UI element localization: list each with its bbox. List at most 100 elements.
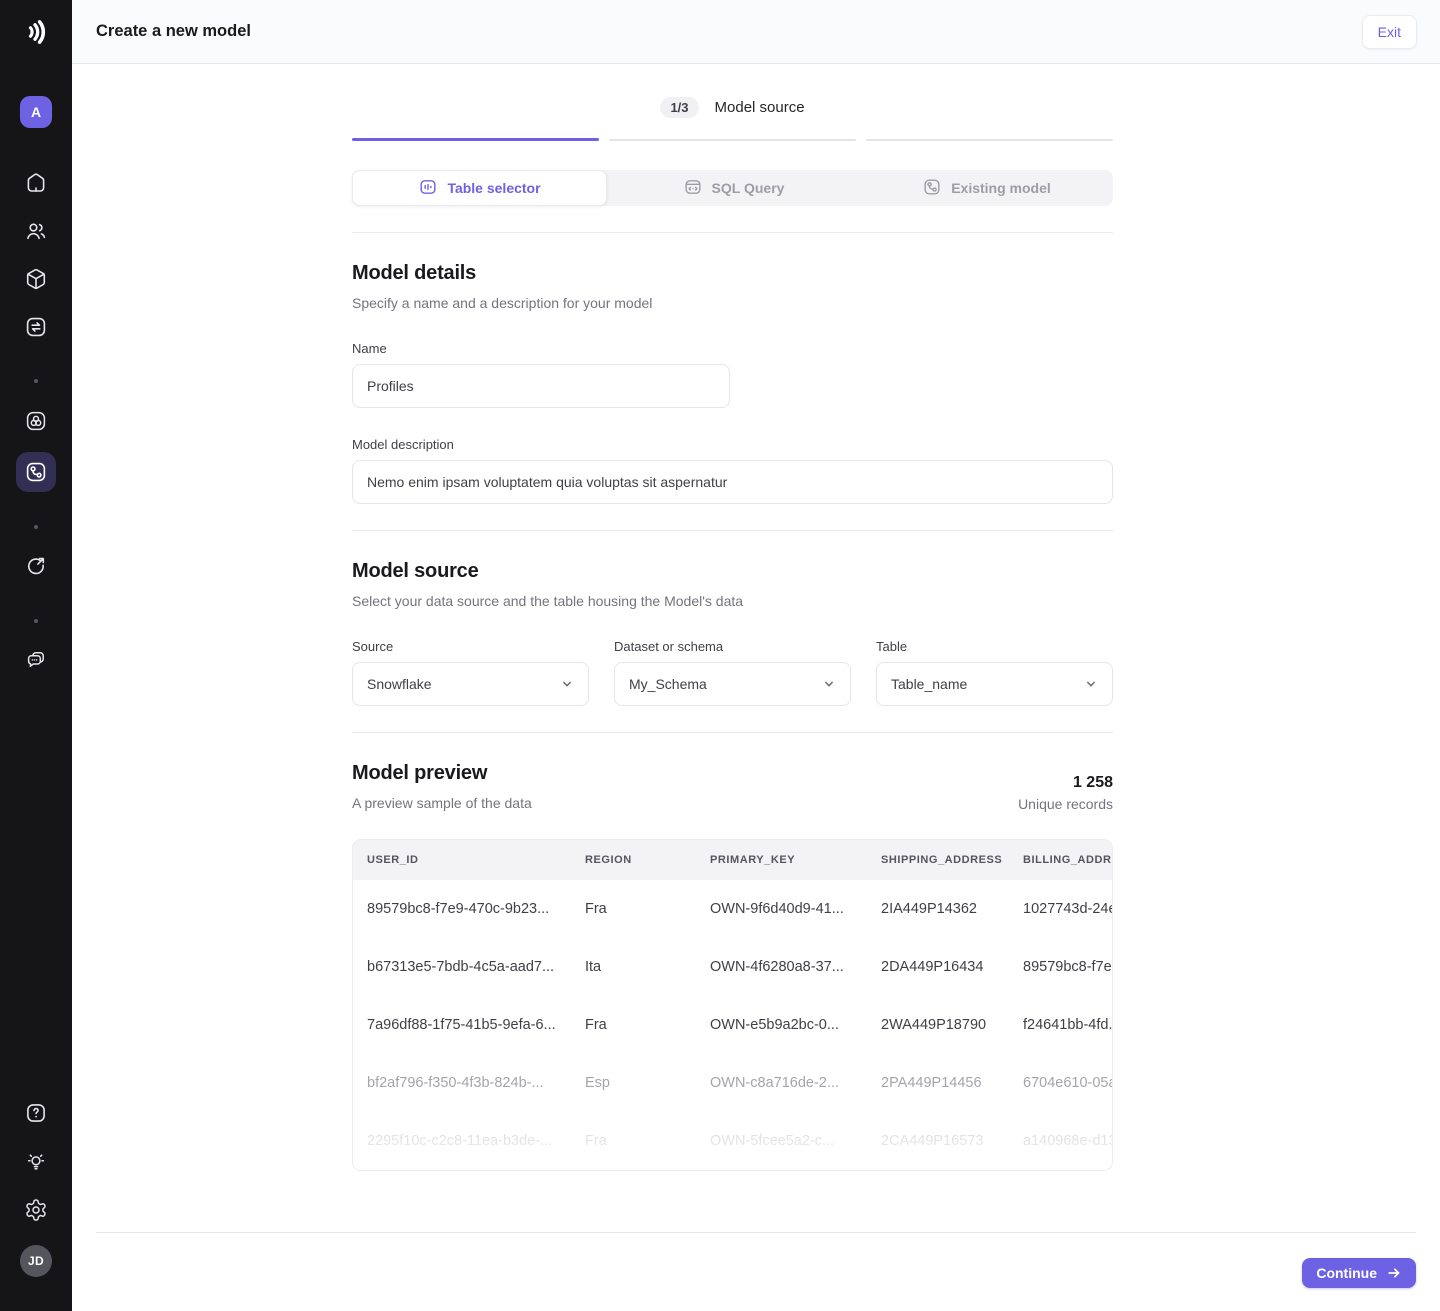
table-selector-icon [418,177,438,200]
progress-bar [352,138,1113,141]
table-cell: Ita [585,959,602,975]
top-header: Create a new model Exit [72,0,1440,64]
table-cell: OWN-5fcee5a2-c... [710,1133,835,1149]
existing-model-icon [922,177,942,200]
source-field: Source Snowflake [352,638,589,706]
help-icon [24,1101,48,1125]
users-icon [24,219,48,243]
table-cell: 2295f10c-c2c8-11ea-b3de-... [367,1133,553,1149]
records-count: 1 258 [1072,774,1113,791]
stepper: 1/3 Model source [352,64,1113,119]
main-panel: Create a new model Exit 1/3 Model source [72,0,1440,1311]
schema-label: Dataset or schema [614,639,724,654]
sidebar-item-whats-new[interactable] [23,1149,49,1175]
sidebar: A JD [0,0,72,1311]
sidebar-item-packages[interactable] [23,266,49,292]
table-row: bf2af796-f350-4f3b-824b-... Esp OWN-c8a716… [353,1054,1112,1112]
home-icon [24,171,48,195]
table-cell: 89579bc8-f7e9... [1023,959,1112,975]
source-selects-row: Source Snowflake Dataset or schema My_Sc… [352,638,1113,706]
chevron-down-icon [821,676,837,692]
table-cell: 2CA449P16573 [881,1133,984,1149]
table-cell: 1027743d-24e... [1023,901,1112,917]
table-row: 7a96df88-1f75-41b5-9efa-6... Fra OWN-e5b9a… [353,996,1112,1054]
column-header: BILLING_ADDRESS [1023,854,1112,866]
sidebar-item-help[interactable] [23,1100,49,1126]
preview-table-head-row: USER_ID REGION PRIMARY_KEY SHIPPING_ADDRESS… [353,840,1112,880]
sidebar-item-users[interactable] [23,218,49,244]
table-cell: OWN-4f6280a8-37... [710,959,844,975]
table-row: 2295f10c-c2c8-11ea-b3de-... Fra OWN-5fcee5… [353,1112,1112,1170]
chat-bubbles-icon [24,648,48,672]
sync-arrows-icon [24,315,48,339]
sidebar-item-models[interactable] [16,452,56,492]
preview-table: USER_ID REGION PRIMARY_KEY SHIPPING_ADDRESS… [352,839,1113,1171]
source-label: Source [352,639,394,654]
progress-segment-1 [352,138,599,141]
app-logo-icon[interactable] [14,10,58,54]
continue-button[interactable]: Continue [1302,1258,1416,1288]
table-cell: OWN-e5b9a2bc-0... [710,1017,839,1033]
description-label: Model description [352,437,454,452]
workspace-avatar[interactable]: A [20,96,52,128]
schema-field: Dataset or schema My_Schema [614,638,851,706]
sidebar-item-audiences[interactable] [23,408,49,434]
table-cell: Fra [585,1017,607,1033]
description-input[interactable] [352,460,1113,504]
step-counter-badge: 1/3 [660,96,699,118]
sidebar-separator-dot [34,379,38,383]
package-icon [24,267,48,291]
schema-select[interactable]: My_Schema [614,662,851,706]
table-cell: bf2af796-f350-4f3b-824b-... [367,1075,544,1091]
sidebar-separator-dot [34,619,38,623]
table-cell: 2IA449P14362 [881,901,977,917]
tab-existing-model[interactable]: Existing model [860,170,1113,206]
table-cell: Esp [585,1075,610,1091]
column-header: PRIMARY_KEY [710,854,796,866]
wizard-body: 1/3 Model source Table selector SQL Quer… [72,64,1440,1311]
table-cell: OWN-9f6d40d9-41... [710,901,844,917]
model-preview-title: Model preview [352,762,488,784]
tab-sql-query[interactable]: SQL Query [607,170,860,206]
table-select[interactable]: Table_name [876,662,1113,706]
sidebar-item-syncs[interactable] [23,314,49,340]
source-select[interactable]: Snowflake [352,662,589,706]
column-header: REGION [585,854,632,866]
sidebar-item-support-chat[interactable] [23,647,49,673]
table-row: 89579bc8-f7e9-470c-9b23... Fra OWN-9f6d40d… [353,880,1112,938]
sidebar-item-home[interactable] [23,170,49,196]
page-title: Create a new model [96,22,251,40]
table-field: Table Table_name [876,638,1113,706]
table-cell: 6704e610-05a... [1023,1075,1112,1091]
sidebar-item-runs[interactable] [23,553,49,579]
name-label: Name [352,341,387,356]
records-count-label: Unique records [1018,796,1113,812]
chevron-down-icon [1083,676,1099,692]
section-divider [352,530,1113,531]
name-input[interactable] [352,364,730,408]
section-divider [352,732,1113,733]
sidebar-separator-dot [34,525,38,529]
user-avatar[interactable]: JD [20,1245,52,1277]
table-cell: OWN-c8a716de-2... [710,1075,839,1091]
table-cell: 2WA449P18790 [881,1017,987,1033]
sidebar-item-settings[interactable] [23,1197,49,1223]
app-root: A JD Create a new model Exit 1/3 Model s… [0,0,1440,1311]
arrow-right-icon [1386,1265,1402,1281]
column-header: USER_ID [367,854,419,866]
models-branch-icon [24,460,48,484]
table-cell: f24641bb-4fd... [1023,1017,1112,1033]
model-preview-header: Model preview A preview sample of the da… [352,759,1113,814]
table-cell: 89579bc8-f7e9-470c-9b23... [367,901,550,917]
chevron-down-icon [559,676,575,692]
model-preview-subtitle: A preview sample of the data [352,795,532,811]
table-cell: Fra [585,1133,607,1149]
footer: Continue [72,1233,1440,1288]
model-source-subtitle: Select your data source and the table ho… [352,593,744,609]
table-cell: Fra [585,901,607,917]
column-header: SHIPPING_ADDRESS [881,854,1003,866]
tab-table-selector[interactable]: Table selector [352,170,607,206]
model-details-subtitle: Specify a name and a description for you… [352,295,653,311]
table-cell: b67313e5-7bdb-4c5a-aad7... [367,959,555,975]
exit-button[interactable]: Exit [1361,14,1417,49]
